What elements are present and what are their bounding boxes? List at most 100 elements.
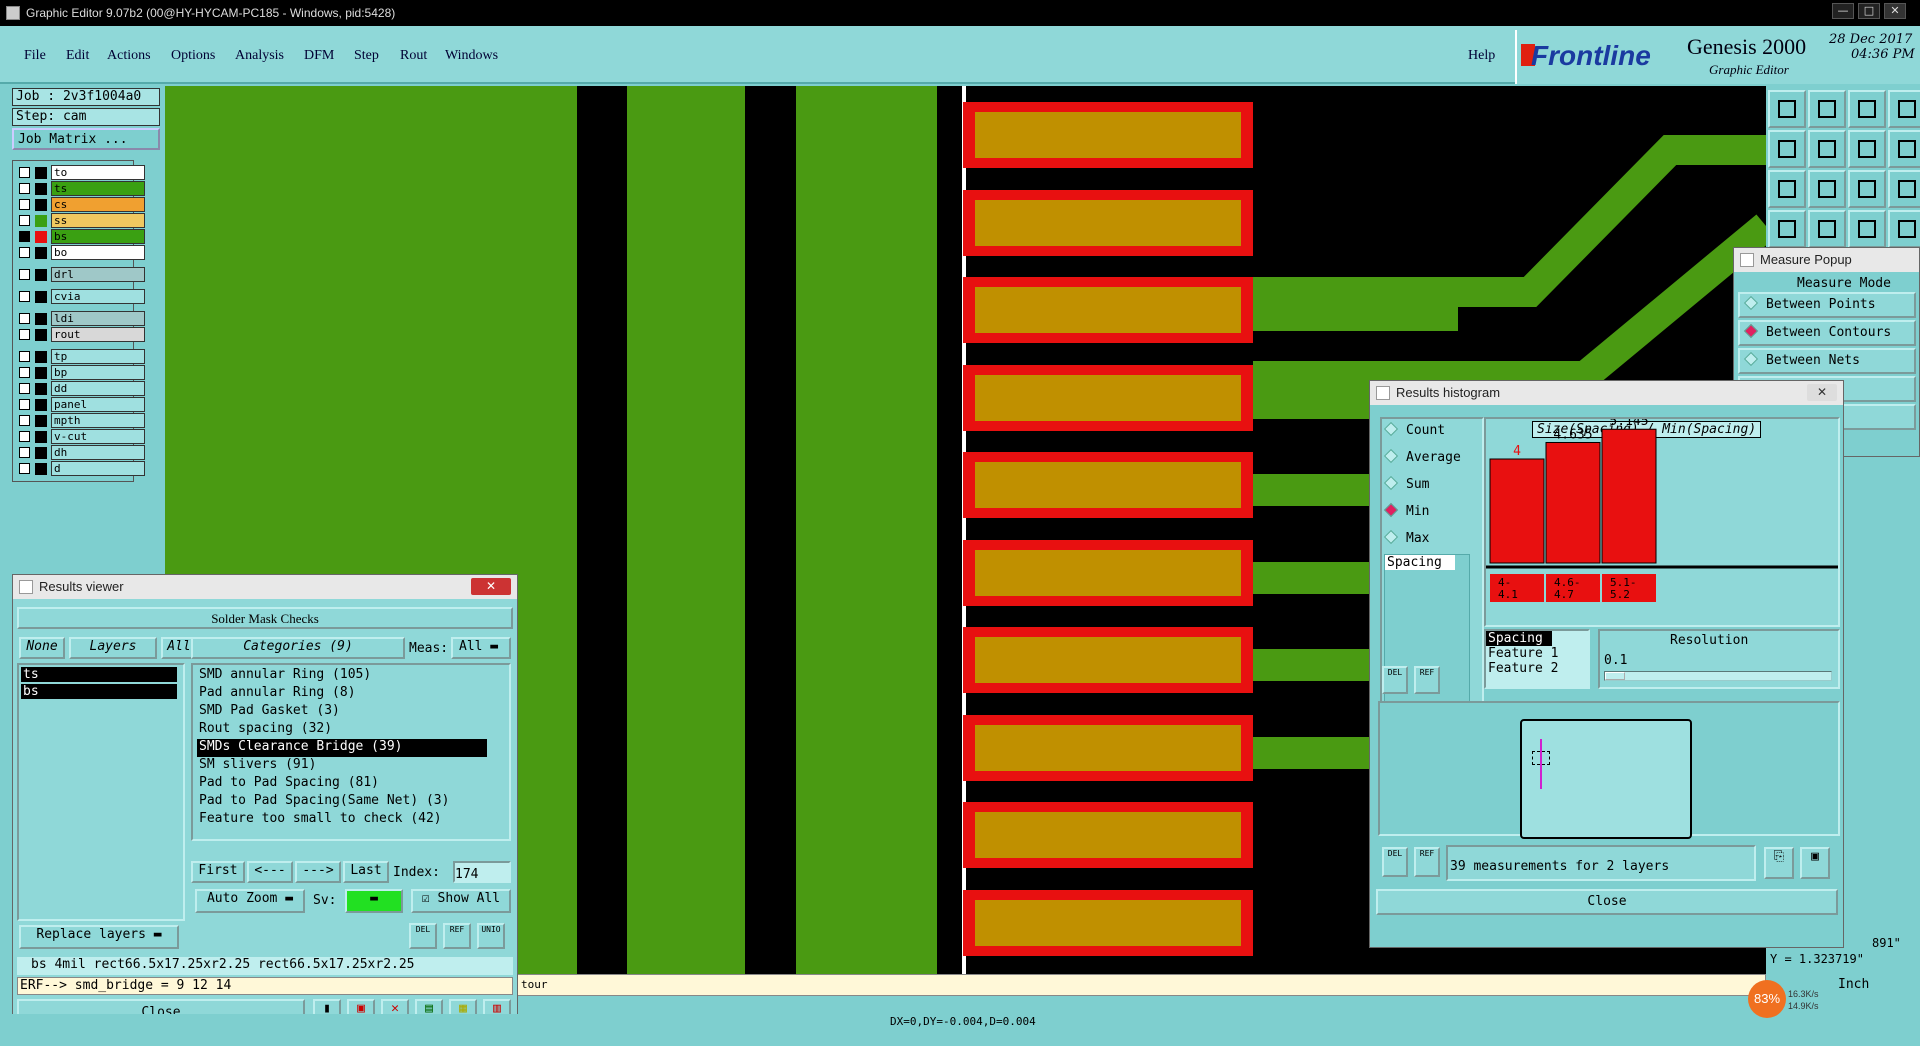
- minimize-button[interactable]: —: [1832, 3, 1854, 19]
- stat-radio-max[interactable]: Max: [1383, 529, 1429, 546]
- layer-row-mpth[interactable]: mpth: [15, 413, 145, 428]
- layer-checkbox[interactable]: [19, 269, 30, 280]
- import-icon[interactable]: [1808, 90, 1846, 128]
- unio-button[interactable]: UNIO: [477, 923, 505, 949]
- center-icon[interactable]: [1808, 170, 1846, 208]
- first-button[interactable]: First: [191, 861, 245, 883]
- export-icon[interactable]: ⎘: [1764, 847, 1794, 879]
- replace-layers-select[interactable]: Replace layers ▬: [19, 925, 179, 949]
- show-all-toggle[interactable]: ☑ Show All: [411, 889, 511, 913]
- category-item[interactable]: Pad to Pad Spacing(Same Net) (3): [197, 793, 449, 811]
- layer-row-tp[interactable]: tp: [15, 349, 145, 364]
- category-item[interactable]: SM slivers (91): [197, 757, 316, 775]
- layer-checkbox[interactable]: [19, 199, 30, 210]
- layer-row-dd[interactable]: dd: [15, 381, 145, 396]
- menu-windows[interactable]: Windows: [445, 48, 498, 64]
- layers-button[interactable]: Layers: [69, 637, 157, 659]
- network-icon[interactable]: [1848, 210, 1886, 248]
- hist-del-button[interactable]: DEL: [1382, 666, 1408, 694]
- layer-checkbox[interactable]: [19, 183, 30, 194]
- category-item[interactable]: Pad annular Ring (8): [197, 685, 356, 703]
- layer-checkbox[interactable]: [19, 367, 30, 378]
- last-button[interactable]: Last: [343, 861, 389, 883]
- ratio-icon[interactable]: [1848, 170, 1886, 208]
- category-item[interactable]: SMD Pad Gasket (3): [197, 703, 340, 721]
- layer-checkbox[interactable]: [19, 329, 30, 340]
- layer-checkbox[interactable]: [19, 415, 30, 426]
- meas-select[interactable]: All ▬: [451, 637, 511, 659]
- category-item[interactable]: Rout spacing (32): [197, 721, 332, 739]
- stat-radio-sum[interactable]: Sum: [1383, 475, 1429, 492]
- menu-step[interactable]: Step: [354, 48, 379, 64]
- measure-option-0[interactable]: Between Points: [1738, 292, 1916, 318]
- export-icon[interactable]: [1768, 90, 1806, 128]
- layer-row-ts[interactable]: ts: [15, 181, 145, 196]
- layer-item-ts[interactable]: ts: [21, 667, 177, 682]
- close-window-button[interactable]: ✕: [1884, 3, 1906, 19]
- list-item[interactable]: Spacing: [1385, 555, 1455, 570]
- snap-icon[interactable]: [1888, 130, 1920, 168]
- layer-item-bs[interactable]: bs: [21, 684, 177, 699]
- auto-zoom-select[interactable]: Auto Zoom ▬: [195, 889, 305, 913]
- layer-row-bo[interactable]: bo: [15, 245, 145, 260]
- category-item[interactable]: SMD annular Ring (105): [197, 667, 371, 685]
- stat-radio-min[interactable]: Min: [1383, 502, 1429, 519]
- histogram-close-x[interactable]: ✕: [1807, 384, 1837, 401]
- layer-checkbox[interactable]: [19, 231, 30, 242]
- select-icon[interactable]: [1888, 210, 1920, 248]
- histogram-bar[interactable]: [1601, 428, 1657, 564]
- menu-actions[interactable]: Actions: [107, 48, 151, 64]
- layer-items-list[interactable]: ts bs: [17, 663, 185, 921]
- graph-icon[interactable]: ▣: [1800, 847, 1830, 879]
- none-button[interactable]: None: [19, 637, 65, 659]
- prev-button[interactable]: <---: [247, 861, 293, 883]
- histogram-close-button[interactable]: Close: [1376, 889, 1838, 915]
- resolution-slider[interactable]: [1604, 671, 1832, 681]
- job-matrix-button[interactable]: Job Matrix ...: [12, 128, 160, 150]
- category-item[interactable]: Feature too small to check (42): [197, 811, 442, 829]
- hist-ref-button-2[interactable]: REF: [1414, 847, 1440, 877]
- attr-list[interactable]: Spacing Feature 1 Feature 2: [1484, 629, 1590, 689]
- layer-row-d[interactable]: d: [15, 461, 145, 476]
- menu-analysis[interactable]: Analysis: [235, 48, 284, 64]
- layer-row-ss[interactable]: ss: [15, 213, 145, 228]
- menu-dfm[interactable]: DFM: [304, 48, 334, 64]
- menu-file[interactable]: File: [24, 48, 46, 64]
- help-icon[interactable]: [1888, 170, 1920, 208]
- layer-checkbox[interactable]: [19, 313, 30, 324]
- attr-item-feature1[interactable]: Feature 1: [1486, 646, 1588, 661]
- layer-checkbox[interactable]: [19, 399, 30, 410]
- layer-checkbox[interactable]: [19, 463, 30, 474]
- layer-row-panel[interactable]: panel: [15, 397, 145, 412]
- layer-row-cvia[interactable]: cvia: [15, 289, 145, 304]
- stat-radio-count[interactable]: Count: [1383, 421, 1445, 438]
- zoom-right-icon[interactable]: [1808, 130, 1846, 168]
- wrench-icon[interactable]: [1768, 210, 1806, 248]
- pan-icon[interactable]: [1848, 130, 1886, 168]
- network-meter[interactable]: 83%: [1748, 980, 1786, 1018]
- results-viewer-close-x[interactable]: ✕: [471, 578, 511, 595]
- attr-item-feature2[interactable]: Feature 2: [1486, 661, 1588, 676]
- histogram-bar[interactable]: [1489, 458, 1545, 564]
- stat-radio-average[interactable]: Average: [1383, 448, 1461, 465]
- measure-option-2[interactable]: Between Nets: [1738, 348, 1916, 374]
- layer-row-ldi[interactable]: ldi: [15, 311, 145, 326]
- home-icon[interactable]: [1848, 90, 1886, 128]
- menu-options[interactable]: Options: [171, 48, 215, 64]
- layer-row-drl[interactable]: drl: [15, 267, 145, 282]
- menu-edit[interactable]: Edit: [66, 48, 89, 64]
- layer-checkbox[interactable]: [19, 247, 30, 258]
- layer-row-bp[interactable]: bp: [15, 365, 145, 380]
- layer-row-rout[interactable]: rout: [15, 327, 145, 342]
- categories-button[interactable]: Categories (9): [191, 637, 405, 659]
- layer-checkbox[interactable]: [19, 215, 30, 226]
- layer-row-dh[interactable]: dh: [15, 445, 145, 460]
- layer-checkbox[interactable]: [19, 431, 30, 442]
- maximize-button[interactable]: □: [1858, 3, 1880, 19]
- next-button[interactable]: --->: [295, 861, 341, 883]
- histogram-bar[interactable]: [1545, 441, 1601, 564]
- hist-del-button-2[interactable]: DEL: [1382, 847, 1408, 877]
- menu-help[interactable]: Help: [1468, 48, 1495, 64]
- layer-checkbox[interactable]: [19, 167, 30, 178]
- layer-checkbox[interactable]: [19, 447, 30, 458]
